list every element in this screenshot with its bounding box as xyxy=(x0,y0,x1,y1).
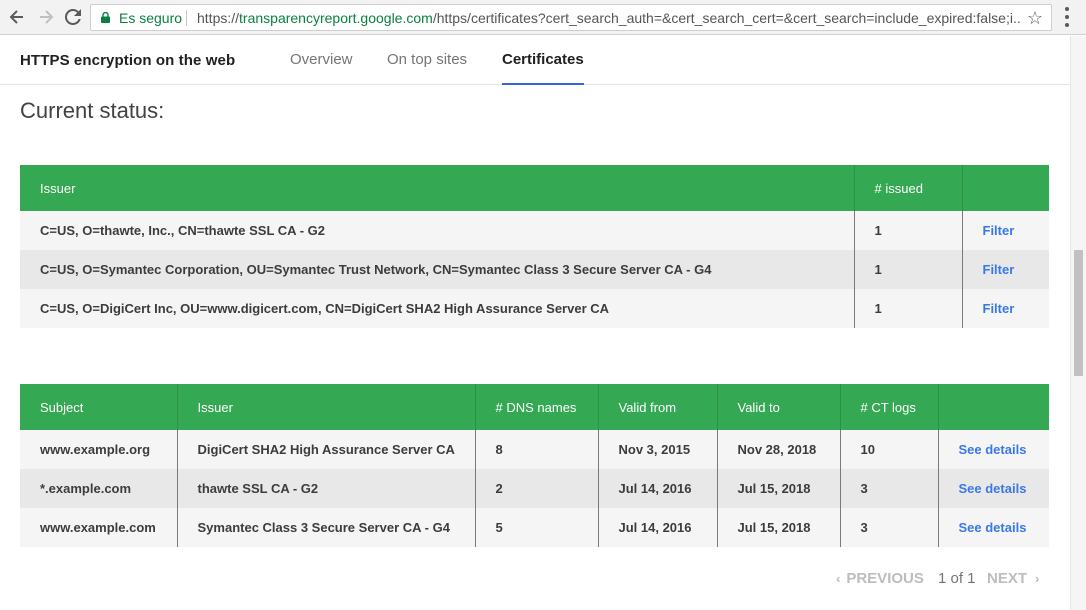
valid-to-cell: Nov 28, 2018 xyxy=(716,430,840,469)
column-header-valid-to: Valid to xyxy=(716,384,840,430)
subject-cell: *.example.com xyxy=(20,469,177,508)
column-header-issuer: Issuer xyxy=(20,165,854,211)
table-header-row: Subject Issuer # DNS names Valid from Va… xyxy=(20,384,1049,430)
vertical-scrollbar[interactable] xyxy=(1070,36,1086,610)
previous-label: PREVIOUS xyxy=(846,570,924,587)
subject-cell: www.example.org xyxy=(20,430,177,469)
issuer-cell: C=US, O=thawte, Inc., CN=thawte SSL CA -… xyxy=(20,211,854,250)
dns-names-cell: 5 xyxy=(474,508,598,547)
column-header-dns-names: # DNS names xyxy=(474,384,598,430)
scrollbar-thumb[interactable] xyxy=(1074,250,1083,376)
back-arrow-icon[interactable] xyxy=(7,7,27,27)
valid-from-cell: Jul 14, 2016 xyxy=(597,469,717,508)
filter-link[interactable]: Filter xyxy=(983,301,1015,316)
issuer-cell: thawte SSL CA - G2 xyxy=(176,469,475,508)
page-count: 1 of 1 xyxy=(938,570,976,587)
valid-to-cell: Jul 15, 2018 xyxy=(716,508,840,547)
site-title: HTTPS encryption on the web xyxy=(20,52,236,69)
issued-count-cell: 1 xyxy=(853,211,962,250)
column-header-issued: # issued xyxy=(853,165,962,211)
issuer-cell: DigiCert SHA2 High Assurance Server CA xyxy=(176,430,475,469)
issuer-cell: C=US, O=DigiCert Inc, OU=www.digicert.co… xyxy=(20,289,854,328)
ct-logs-cell: 3 xyxy=(839,508,938,547)
lock-icon xyxy=(101,12,110,23)
menu-dots-icon[interactable] xyxy=(1064,7,1070,27)
column-header-action xyxy=(961,165,1049,211)
url-path: /https/certificates?cert_search_auth=&ce… xyxy=(432,10,1022,26)
column-header-subject: Subject xyxy=(20,384,177,430)
valid-from-cell: Jul 14, 2016 xyxy=(597,508,717,547)
url-text[interactable]: https://transparencyreport.google.com/ht… xyxy=(197,10,1022,26)
table-header-row: Issuer # issued xyxy=(20,165,1049,211)
table-row: *.example.com thawte SSL CA - G2 2 Jul 1… xyxy=(20,469,1049,508)
issued-count-cell: 1 xyxy=(853,289,962,328)
issuer-cell: Symantec Class 3 Secure Server CA - G4 xyxy=(176,508,475,547)
table-row: www.example.org DigiCert SHA2 High Assur… xyxy=(20,430,1049,469)
subject-cell: www.example.com xyxy=(20,508,177,547)
tab-overview[interactable]: Overview xyxy=(290,51,353,85)
column-header-ct-logs: # CT logs xyxy=(839,384,938,430)
next-button[interactable]: NEXT › xyxy=(987,570,1039,587)
see-details-link[interactable]: See details xyxy=(959,481,1027,496)
column-header-action xyxy=(937,384,1049,430)
filter-link[interactable]: Filter xyxy=(983,262,1015,277)
see-details-link[interactable]: See details xyxy=(959,520,1027,535)
column-header-issuer: Issuer xyxy=(176,384,475,430)
column-header-valid-from: Valid from xyxy=(597,384,717,430)
address-bar[interactable]: Es seguro https://transparencyreport.goo… xyxy=(90,4,1052,31)
secure-label: Es seguro xyxy=(119,10,183,26)
filter-link[interactable]: Filter xyxy=(983,223,1015,238)
chevron-left-icon: ‹ xyxy=(836,571,841,586)
table-row: C=US, O=thawte, Inc., CN=thawte SSL CA -… xyxy=(20,211,1049,250)
tab-certificates[interactable]: Certificates xyxy=(502,51,584,85)
certificates-table: Subject Issuer # DNS names Valid from Va… xyxy=(20,384,1049,547)
valid-to-cell: Jul 15, 2018 xyxy=(716,469,840,508)
forward-arrow-icon[interactable] xyxy=(36,7,56,27)
issued-count-cell: 1 xyxy=(853,250,962,289)
page-title: Current status: xyxy=(20,98,165,123)
chevron-right-icon: › xyxy=(1035,571,1040,586)
next-label: NEXT xyxy=(987,570,1028,587)
dns-names-cell: 8 xyxy=(474,430,598,469)
star-icon[interactable]: ☆ xyxy=(1027,8,1043,29)
see-details-link[interactable]: See details xyxy=(959,442,1027,457)
table-row: www.example.com Symantec Class 3 Secure … xyxy=(20,508,1049,547)
url-host: transparencyreport.google.com xyxy=(239,10,433,26)
table-row: C=US, O=Symantec Corporation, OU=Symante… xyxy=(20,250,1049,289)
ct-logs-cell: 10 xyxy=(839,430,938,469)
reload-icon[interactable] xyxy=(63,7,83,27)
issuer-cell: C=US, O=Symantec Corporation, OU=Symante… xyxy=(20,250,854,289)
valid-from-cell: Nov 3, 2015 xyxy=(597,430,717,469)
tab-on-top-sites[interactable]: On top sites xyxy=(387,51,467,85)
dns-names-cell: 2 xyxy=(474,469,598,508)
ct-logs-cell: 3 xyxy=(839,469,938,508)
omnibox-separator xyxy=(186,10,187,26)
previous-button[interactable]: ‹ PREVIOUS xyxy=(836,570,924,587)
issuer-table: Issuer # issued C=US, O=thawte, Inc., CN… xyxy=(20,165,1049,328)
table-row: C=US, O=DigiCert Inc, OU=www.digicert.co… xyxy=(20,289,1049,328)
url-scheme: https:// xyxy=(197,10,240,26)
site-header: HTTPS encryption on the web Overview On … xyxy=(0,36,1070,85)
browser-toolbar: Es seguro https://transparencyreport.goo… xyxy=(0,0,1086,35)
